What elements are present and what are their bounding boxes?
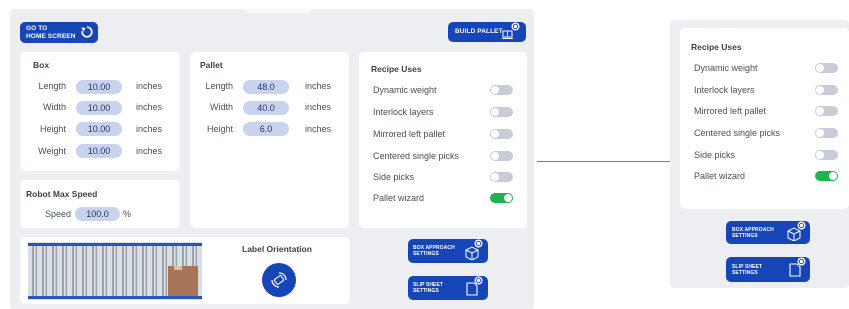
slip-sheet-label: SLIP SHEET SETTINGS	[413, 282, 444, 294]
toggle-mirrored-left-pallet[interactable]	[490, 129, 513, 139]
toggle-side-picks[interactable]	[490, 172, 513, 182]
pallet-length-input[interactable]: 48.0	[243, 80, 289, 94]
label-orientation-card: Label Orientation	[20, 237, 350, 304]
pallet-height-unit: inches	[305, 124, 332, 134]
box-length-input[interactable]: 10.00	[76, 80, 122, 94]
robot-speed-title: Robot Max Speed	[26, 189, 98, 199]
zoom-toggle-side-picks[interactable]	[815, 150, 838, 160]
recipe-label-dynamic-weight: Dynamic weight	[373, 85, 437, 95]
box-width-input[interactable]: 10.00	[76, 101, 122, 115]
slip-sheet-settings-button[interactable]: SLIP SHEET SETTINGS	[408, 276, 488, 300]
pallet-height-label: Height	[206, 124, 233, 134]
pallet-width-label: Width	[209, 102, 233, 112]
recipe-uses-card: Recipe Uses Dynamic weight Interlock lay…	[359, 52, 527, 228]
toggle-centered-single-picks[interactable]	[490, 151, 513, 161]
box-approach-settings-button[interactable]: BOX APPROACH SETTINGS	[408, 239, 488, 263]
rotate-label-button[interactable]	[262, 263, 296, 297]
top-notch	[246, 9, 312, 13]
speed-label: Speed	[45, 209, 72, 219]
go-home-label: GO TO HOME SCREEN	[26, 25, 76, 40]
pallet-width-unit: inches	[305, 102, 332, 112]
go-home-button[interactable]: GO TO HOME SCREEN	[20, 22, 98, 43]
box-length-label: Length	[38, 81, 66, 91]
build-pallet-button[interactable]: BUILD PALLET	[448, 22, 526, 42]
pallet-card: Pallet Length 48.0 inches Width 40.0 inc…	[190, 52, 349, 228]
box-weight-unit: inches	[136, 146, 163, 156]
zoom-toggle-centered-single-picks[interactable]	[815, 128, 838, 138]
box-width-label: Width	[42, 102, 66, 112]
pallet-width-input[interactable]: 40.0	[243, 101, 289, 115]
box-title: Box	[33, 60, 50, 70]
zoom-recipe-uses-card: Recipe Uses Dynamic weight Interlock lay…	[680, 28, 849, 209]
zoom-slip-sheet-label: SLIP SHEET SETTINGS	[732, 263, 763, 276]
zoom-toggle-mirrored-left-pallet[interactable]	[815, 106, 838, 116]
box-approach-label: BOX APPROACH SETTINGS	[413, 245, 455, 257]
pallet-height-input[interactable]: 6.0	[243, 122, 289, 136]
toggle-dynamic-weight[interactable]	[490, 85, 513, 95]
recipe-label-centered-single-picks: Centered single picks	[373, 151, 460, 161]
gear-badge-icon	[474, 239, 483, 248]
recipe-label-pallet-wizard: Pallet wizard	[373, 193, 425, 203]
zoom-toggle-interlock-layers[interactable]	[815, 85, 838, 95]
zoom-recipe-label-dynamic-weight: Dynamic weight	[694, 63, 758, 73]
label-orientation-title: Label Orientation	[242, 244, 312, 254]
box-height-input[interactable]: 10.00	[76, 122, 122, 136]
box-width-unit: inches	[136, 102, 163, 112]
gear-badge-icon	[511, 22, 520, 31]
box-length-unit: inches	[136, 81, 163, 91]
gear-badge-icon	[797, 221, 806, 230]
zoom-recipe-label-side-picks: Side picks	[694, 150, 736, 160]
recipe-uses-title: Recipe Uses	[371, 64, 422, 74]
toggle-interlock-layers[interactable]	[490, 107, 513, 117]
zoom-recipe-label-mirrored-left-pallet: Mirrored left pallet	[694, 106, 767, 116]
rotate-label-icon	[271, 272, 287, 288]
zoom-recipe-label-pallet-wizard: Pallet wizard	[694, 171, 746, 181]
robot-speed-card: Robot Max Speed Speed 100.0 %	[20, 180, 180, 228]
zoom-slip-sheet-settings-button[interactable]: SLIP SHEET SETTINGS	[726, 257, 810, 282]
speed-input[interactable]: 100.0	[75, 207, 120, 221]
recipe-label-interlock-layers: Interlock layers	[373, 107, 434, 117]
box-weight-label: Weight	[38, 146, 66, 156]
zoom-recipe-label-interlock-layers: Interlock layers	[694, 85, 755, 95]
build-pallet-label: BUILD PALLET	[455, 28, 503, 36]
speed-unit: %	[123, 209, 132, 219]
recipe-label-side-picks: Side picks	[373, 172, 415, 182]
box-height-unit: inches	[136, 124, 163, 134]
gear-badge-icon	[474, 276, 483, 285]
zoom-box-approach-settings-button[interactable]: BOX APPROACH SETTINGS	[726, 221, 810, 244]
zoom-recipe-uses-title: Recipe Uses	[691, 42, 742, 52]
box-card: Box Length 10.00 inches Width 10.00 inch…	[20, 52, 180, 171]
zoom-toggle-dynamic-weight[interactable]	[815, 63, 838, 73]
zoom-toggle-pallet-wizard[interactable]	[815, 171, 838, 181]
refresh-icon	[81, 26, 93, 38]
pallet-title: Pallet	[200, 60, 223, 70]
conveyor-image	[28, 242, 202, 300]
pallet-length-unit: inches	[305, 81, 332, 91]
pallet-length-label: Length	[205, 81, 233, 91]
zoom-recipe-label-centered-single-picks: Centered single picks	[694, 128, 781, 138]
recipe-label-mirrored-left-pallet: Mirrored left pallet	[373, 129, 446, 139]
gear-badge-icon	[797, 257, 806, 266]
connector-line	[537, 161, 680, 162]
box-weight-input[interactable]: 10.00	[76, 144, 122, 158]
box-height-label: Height	[39, 124, 66, 134]
toggle-pallet-wizard[interactable]	[490, 193, 513, 203]
zoom-box-approach-label: BOX APPROACH SETTINGS	[732, 226, 774, 239]
